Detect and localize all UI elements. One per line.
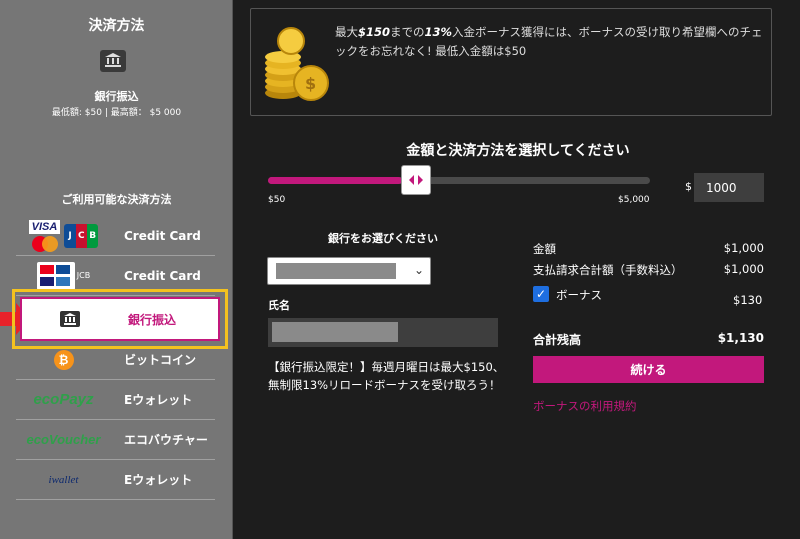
method-label: Credit Card xyxy=(124,228,201,243)
currency-symbol: $ xyxy=(685,180,692,193)
selected-method-limits: 最低額: $50 | 最高額： $5 000 xyxy=(51,108,182,118)
slider-max-label: $5,000 xyxy=(618,195,650,205)
jcb-logo: JCB xyxy=(64,223,99,248)
mastercard-logo xyxy=(31,235,58,252)
method-ecovoucher[interactable]: ecoVoucher エコバウチャー xyxy=(16,420,215,460)
amount-slider-fill xyxy=(268,177,402,184)
sidebar-title: 決済方法 xyxy=(88,18,145,34)
total-value: $1,130 xyxy=(717,331,764,345)
gold-coins-icon: $ xyxy=(265,27,329,101)
method-label: 銀行振込 xyxy=(128,312,177,327)
summary-total-row: 合計残高 $1,130 xyxy=(533,331,764,348)
method-label: ビットコイン xyxy=(124,353,197,367)
bank-transfer-bonus-note: 【銀行振込限定！】毎週月曜日は最大$150、無制限13%リロードボーナスを受け取… xyxy=(268,360,505,392)
name-input[interactable] xyxy=(268,318,498,347)
amount-slider-track[interactable] xyxy=(268,177,650,184)
redacted-name-value xyxy=(272,322,398,342)
method-label: Eウォレット xyxy=(124,473,193,487)
visa-logo: VISA xyxy=(28,219,61,234)
redacted-bank-value xyxy=(276,263,396,279)
method-bitcoin[interactable]: ₿ ビットコイン xyxy=(16,340,215,380)
bank-icon xyxy=(60,311,80,327)
credit-card-logos: JCB xyxy=(16,261,111,290)
bonus-label: ボーナス xyxy=(556,288,602,302)
summary-charge-row: 支払請求合計額（手数料込） $1,000 xyxy=(533,262,764,278)
slider-min-label: $50 xyxy=(268,195,286,205)
summary-charge-label: 支払請求合計額（手数料込） xyxy=(533,263,683,277)
method-iwallet[interactable]: iwallet Eウォレット xyxy=(16,460,215,500)
payment-sidebar: 決済方法 銀行振込 最低額: $50 | 最高額： $5 000 ご利用可能な決… xyxy=(0,0,233,539)
bank-select-title: 銀行をお選びください xyxy=(328,232,438,245)
name-field-label: 氏名 xyxy=(268,299,290,312)
visa-mastercard-jcb-logo: VISA JCB xyxy=(16,219,111,252)
bank-icon xyxy=(100,50,126,72)
ecovoucher-logo: ecoVoucher xyxy=(26,432,101,447)
bonus-checkbox[interactable]: ✓ xyxy=(533,286,549,302)
bitcoin-icon: ₿ xyxy=(53,349,74,370)
method-credit-card-visa[interactable]: VISA JCB Credit Card xyxy=(16,216,215,256)
bank-dropdown[interactable]: ⌄ xyxy=(267,257,431,285)
bonus-promo-banner: $ 最大$150までの13%入金ボーナス獲得には、ボーナスの受け取り希望欄へのチ… xyxy=(250,8,772,116)
svg-text:$: $ xyxy=(305,74,316,93)
available-methods-title: ご利用可能な決済方法 xyxy=(61,193,172,206)
method-label: Credit Card xyxy=(124,268,201,283)
method-label: エコバウチャー xyxy=(124,433,208,447)
summary-amount-row: 金額 $1,000 xyxy=(533,241,764,257)
ecopayz-logo: ecoPayz xyxy=(33,391,94,408)
amount-input[interactable] xyxy=(694,173,764,202)
continue-button[interactable]: 続ける xyxy=(533,356,764,383)
bank-transfer-option[interactable]: 銀行振込 xyxy=(20,297,220,341)
promo-text: 最大$150までの13%入金ボーナス獲得には、ボーナスの受け取り希望欄へのチェッ… xyxy=(335,25,763,58)
method-ecopayz[interactable]: ecoPayz Eウォレット xyxy=(16,380,215,420)
iwallet-logo: iwallet xyxy=(48,473,79,486)
summary-amount-value: $1,000 xyxy=(723,241,764,255)
summary-amount-label: 金額 xyxy=(533,242,556,256)
summary-charge-value: $1,000 xyxy=(723,262,764,276)
select-amount-title: 金額と決済方法を選択してください xyxy=(406,143,630,159)
amount-slider-handle[interactable] xyxy=(400,165,431,195)
method-label: Eウォレット xyxy=(124,393,193,407)
selected-method-name: 銀行振込 xyxy=(94,90,139,103)
bonus-terms-link[interactable]: ボーナスの利用規約 xyxy=(533,398,637,414)
chevron-down-icon: ⌄ xyxy=(413,263,424,277)
bonus-value: $130 xyxy=(733,293,763,307)
total-label: 合計残高 xyxy=(533,333,582,347)
